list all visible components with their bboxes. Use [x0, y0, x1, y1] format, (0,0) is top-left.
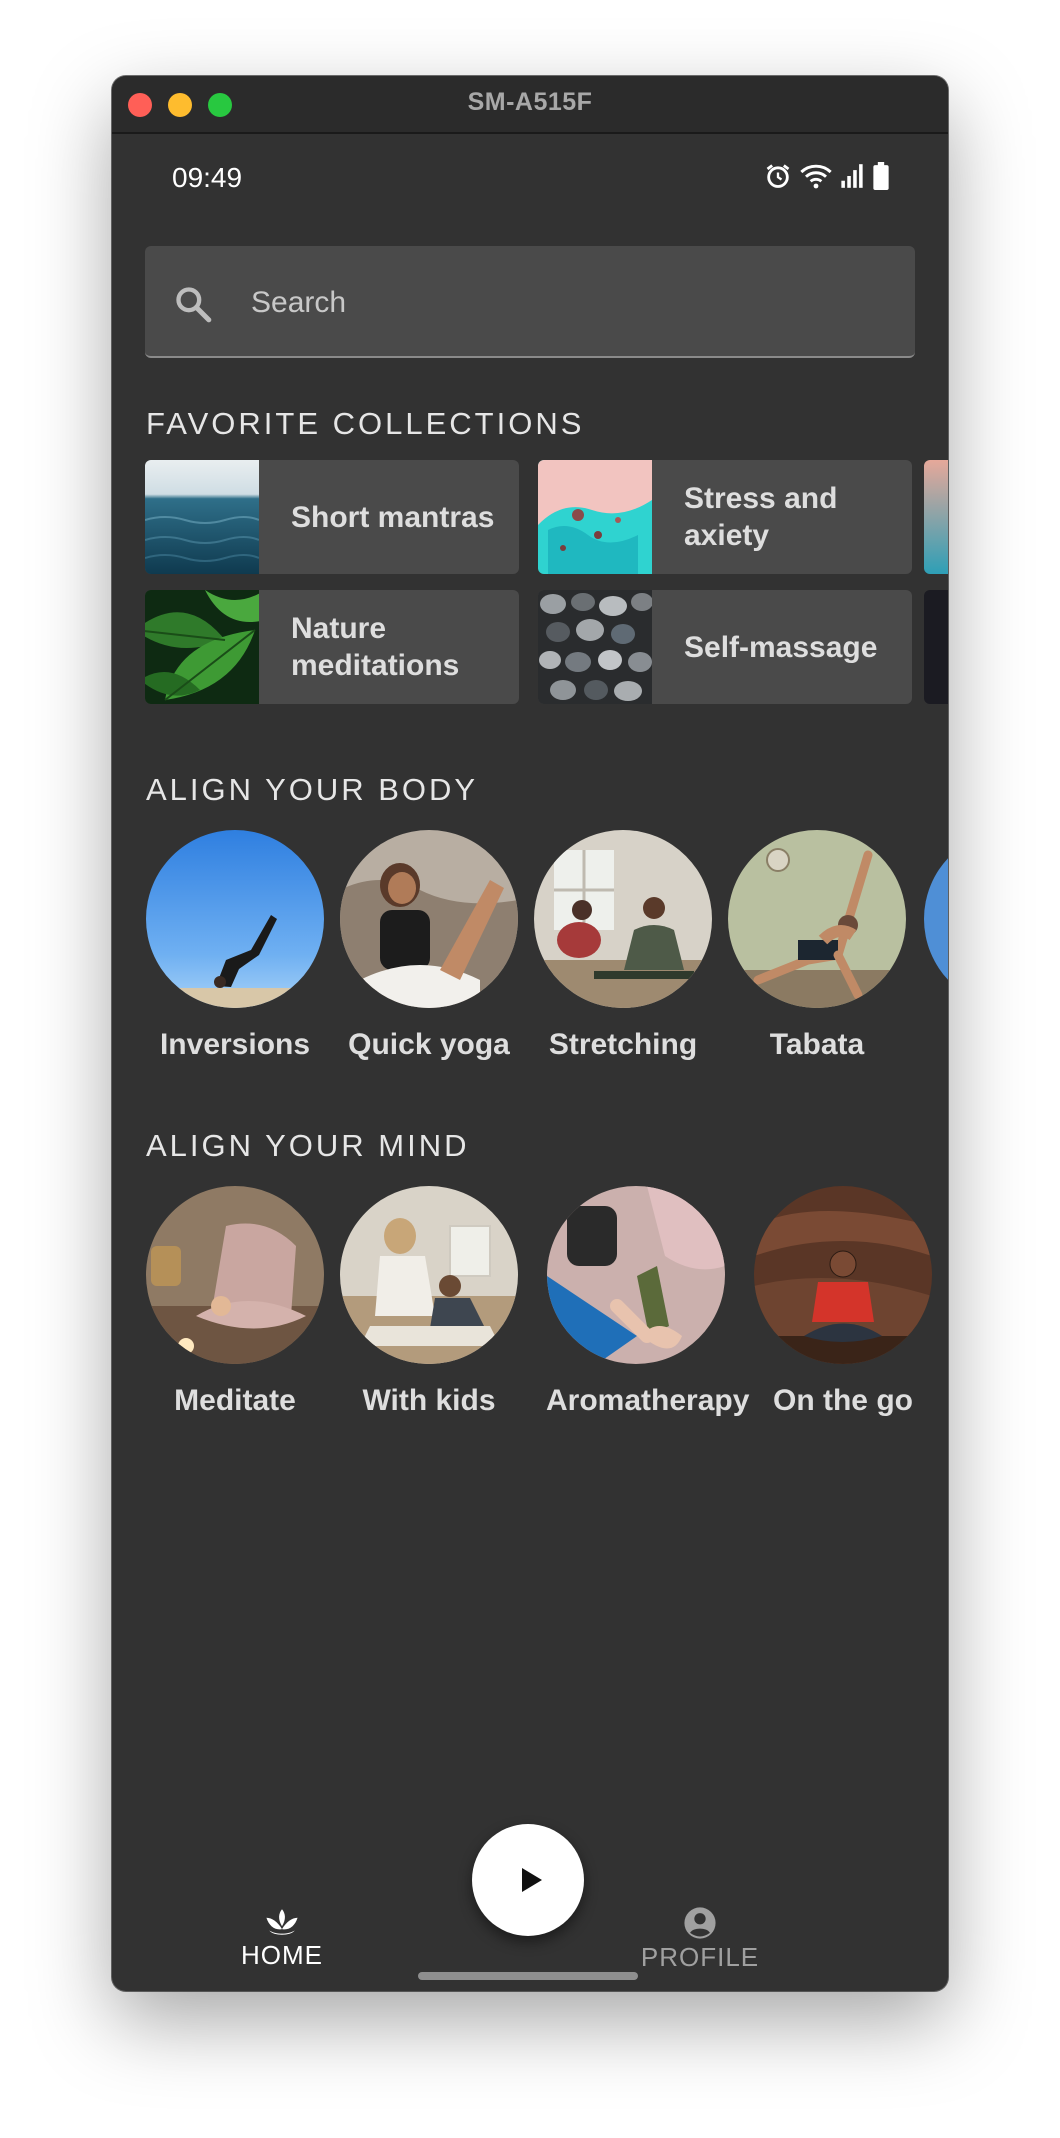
circle-label: Inversions	[159, 1028, 311, 1061]
search-input[interactable]	[249, 282, 853, 324]
body-item-inversions[interactable]: Inversions	[145, 830, 325, 1062]
leaves-thumbnail	[145, 590, 259, 704]
collection-card-short-mantras[interactable]: Short mantras	[145, 460, 519, 574]
nav-home-label: HOME	[241, 1940, 323, 1970]
wifi-icon	[800, 164, 832, 189]
quick-yoga-image	[340, 830, 518, 1008]
nav-home[interactable]: HOME	[202, 1906, 362, 1971]
nav-profile[interactable]: PROFILE	[620, 1906, 780, 1973]
collection-card-peek[interactable]	[924, 460, 948, 574]
window-title: SM-A515F	[467, 88, 593, 116]
search-bar[interactable]	[145, 246, 915, 358]
meditate-image	[146, 1186, 324, 1364]
signal-icon	[841, 164, 863, 188]
circle-label: Tabata	[769, 1028, 865, 1061]
tabata-image	[728, 830, 906, 1008]
status-time: 09:49	[172, 162, 243, 193]
circle-label: Aromatherapy	[546, 1384, 750, 1417]
mind-item-with-kids[interactable]: With kids	[339, 1186, 519, 1418]
stretching-image	[534, 830, 712, 1008]
collection-label: Nature meditations	[291, 612, 460, 682]
battery-icon	[873, 162, 889, 190]
ocean-thumbnail	[145, 460, 259, 574]
collection-label: Self-massage	[684, 630, 878, 664]
nav-profile-label: PROFILE	[640, 1942, 760, 1972]
mind-section-title: ALIGN YOUR MIND	[146, 1128, 470, 1163]
circle-label: Stretching	[548, 1028, 698, 1061]
play-button[interactable]	[472, 1824, 584, 1936]
body-section-title: ALIGN YOUR BODY	[146, 772, 479, 807]
with-kids-image	[340, 1186, 518, 1364]
on-the-go-image	[754, 1186, 932, 1364]
circle-label: With kids	[362, 1384, 496, 1417]
circle-label: Meditate	[174, 1384, 296, 1417]
status-icons	[764, 162, 890, 190]
collection-label: Short mantras	[291, 500, 495, 534]
favorites-title: FAVORITE COLLECTIONS	[146, 406, 585, 441]
mind-item-on-the-go[interactable]: On the go	[753, 1186, 933, 1418]
mind-item-aromatherapy[interactable]: Aromatherapy	[546, 1186, 750, 1418]
pebbles-thumbnail	[538, 590, 652, 704]
inversions-image	[146, 830, 324, 1008]
circle-label: On the go	[773, 1384, 913, 1417]
account-circle-icon	[684, 1907, 716, 1939]
collection-card-peek[interactable]	[924, 590, 948, 704]
shore-thumbnail	[538, 460, 652, 574]
emulator-window: SM-A515F 09:49 Search FAVORITE COLLECTIO…	[112, 76, 948, 1991]
collection-card-self-massage[interactable]: Self-massage	[538, 590, 912, 704]
mind-item-meditate[interactable]: Meditate	[145, 1186, 325, 1418]
collection-card-nature-meditations[interactable]: Nature meditations	[145, 590, 519, 704]
lotus-icon	[266, 1909, 298, 1935]
circle-label: Quick yoga	[348, 1028, 510, 1061]
search-icon	[176, 287, 212, 323]
body-item-stretching[interactable]: Stretching	[533, 830, 713, 1062]
home-indicator	[418, 1972, 638, 1980]
window-titlebar: SM-A515F	[112, 76, 948, 134]
collection-card-stress-and-axiety[interactable]: Stress and axiety	[538, 460, 912, 574]
aromatherapy-image	[547, 1186, 725, 1364]
body-item-quick-yoga[interactable]: Quick yoga	[339, 830, 519, 1062]
alarm-icon	[766, 164, 790, 188]
collection-label: Stress and axiety	[684, 482, 838, 552]
play-icon	[522, 1868, 542, 1892]
body-item-peek[interactable]	[924, 830, 948, 1008]
body-item-tabata[interactable]: Tabata	[727, 830, 907, 1062]
